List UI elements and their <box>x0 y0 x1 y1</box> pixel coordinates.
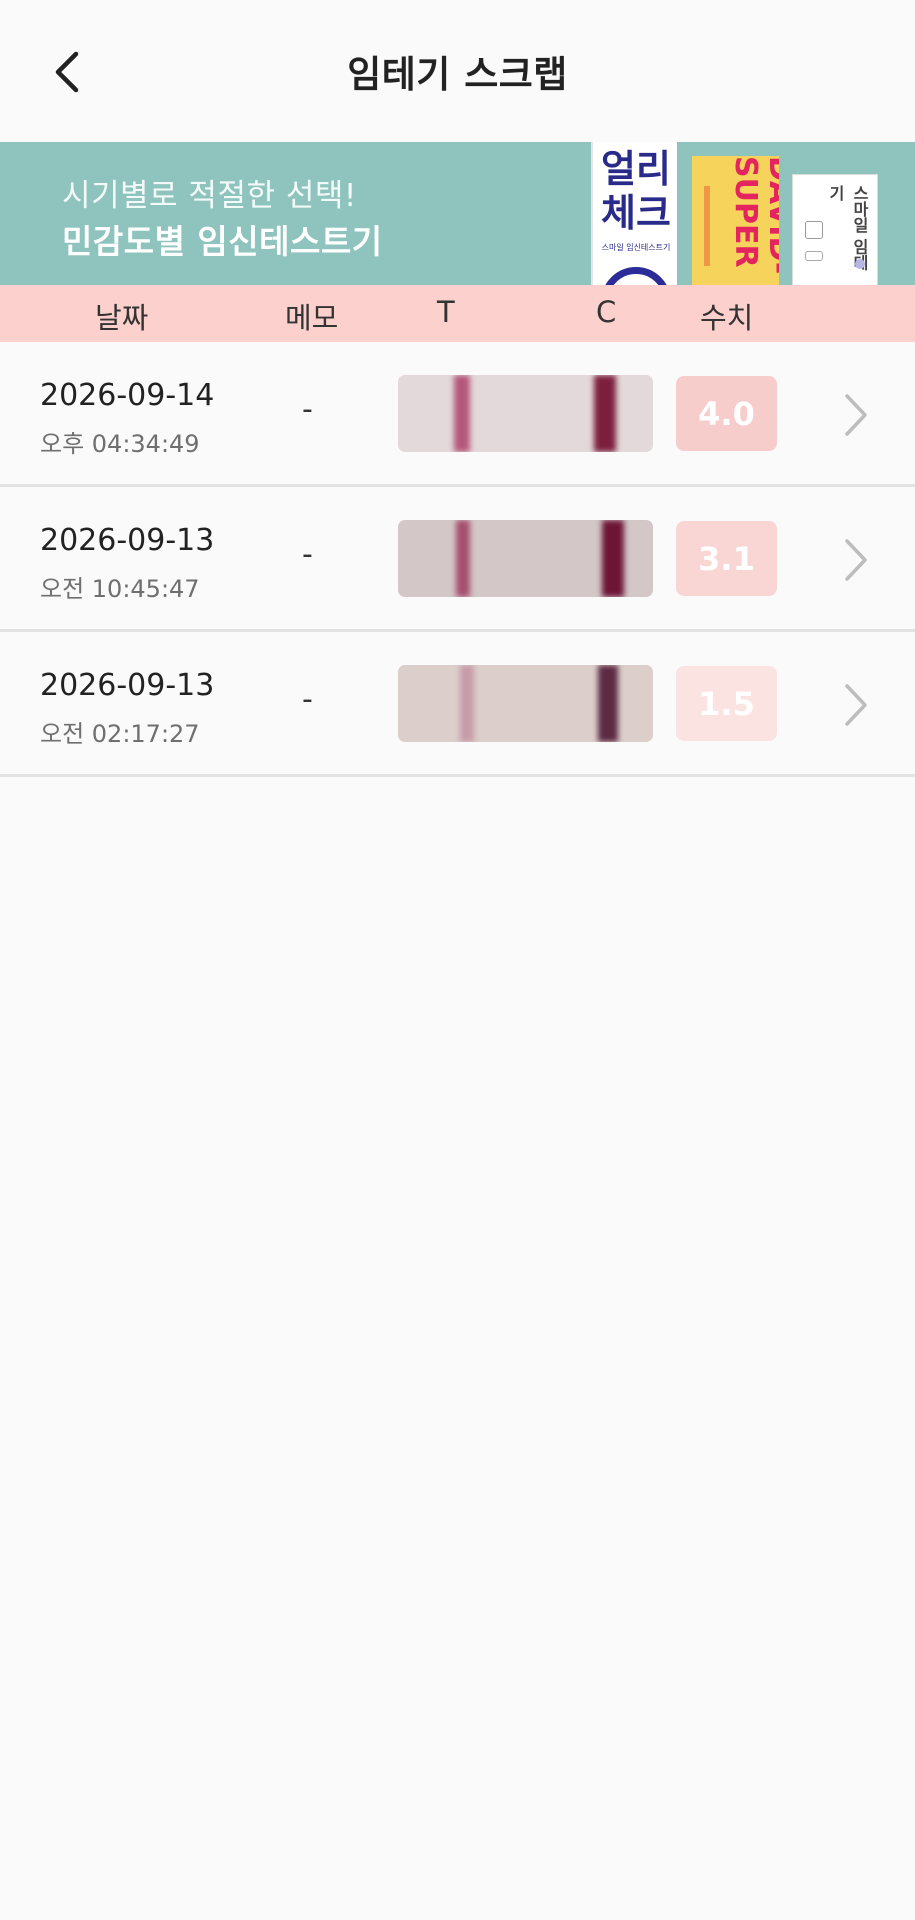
column-t: T <box>437 295 455 329</box>
column-c: C <box>596 295 617 329</box>
david-super-product-box: DAVID-SUPER <box>692 156 779 285</box>
row-memo: - <box>302 392 313 427</box>
row-time: 오전 02:17:27 <box>40 720 200 748</box>
value-badge: 1.5 <box>676 666 777 741</box>
early-check-product-box: 얼리 체크 스마일 임신테스트기 <box>591 142 677 285</box>
smile-test-name: 스마일 임테기 <box>826 185 869 271</box>
promo-banner[interactable]: 시기별로 적절한 선택! 민감도별 임신테스트기 얼리 체크 스마일 임신테스트… <box>0 142 915 285</box>
test-line-t <box>456 520 470 597</box>
column-value: 수치 <box>700 301 754 335</box>
early-check-tagline: 스마일 임신테스트기 <box>601 243 671 252</box>
row-time: 오전 10:45:47 <box>40 575 200 603</box>
chevron-right-icon <box>845 394 867 436</box>
column-date: 날짜 <box>95 301 149 335</box>
box-graphic-pill <box>805 251 823 261</box>
control-line-c <box>602 520 624 597</box>
test-strip-image <box>398 665 653 742</box>
list-item[interactable]: 2026-09-13 오전 02:17:27 - 1.5 <box>0 632 915 777</box>
control-line-c <box>598 665 618 742</box>
test-line-t <box>460 665 474 742</box>
control-line-c <box>594 375 616 452</box>
box-stripe <box>704 186 710 266</box>
row-date: 2026-09-13 <box>40 523 215 558</box>
test-line-t <box>454 375 470 452</box>
table-header: 날짜 메모 T C 수치 <box>0 285 915 342</box>
david-super-name: DAVID-SUPER <box>728 156 779 274</box>
ring-graphic <box>601 267 671 285</box>
smile-test-product-box: 스마일 임테기 <box>792 174 878 285</box>
box-graphic-dot <box>855 259 865 269</box>
row-date: 2026-09-13 <box>40 668 215 703</box>
test-strip-image <box>398 520 653 597</box>
value-badge: 3.1 <box>676 521 777 596</box>
top-bar: 임테기 스크랩 <box>0 0 915 142</box>
box-graphic-square <box>805 221 823 239</box>
banner-headline: 민감도별 임신테스트기 <box>62 222 383 261</box>
chevron-right-icon <box>845 539 867 581</box>
page-title: 임테기 스크랩 <box>347 53 568 96</box>
page: 임테기 스크랩 시기별로 적절한 선택! 민감도별 임신테스트기 얼리 체크 스… <box>0 0 915 1920</box>
value-badge: 4.0 <box>676 376 777 451</box>
early-check-name-line2: 체크 <box>601 191 671 235</box>
chevron-right-icon <box>845 684 867 726</box>
banner-subtitle: 시기별로 적절한 선택! <box>62 178 357 214</box>
scrap-list: 2026-09-14 오후 04:34:49 - 4.0 2026-09-13 … <box>0 342 915 777</box>
row-memo: - <box>302 682 313 717</box>
row-time: 오후 04:34:49 <box>40 430 200 458</box>
row-date: 2026-09-14 <box>40 378 215 413</box>
column-memo: 메모 <box>285 301 339 335</box>
row-memo: - <box>302 537 313 572</box>
test-strip-image <box>398 375 653 452</box>
list-item[interactable]: 2026-09-14 오후 04:34:49 - 4.0 <box>0 342 915 487</box>
early-check-name-line1: 얼리 <box>601 147 671 191</box>
list-item[interactable]: 2026-09-13 오전 10:45:47 - 3.1 <box>0 487 915 632</box>
